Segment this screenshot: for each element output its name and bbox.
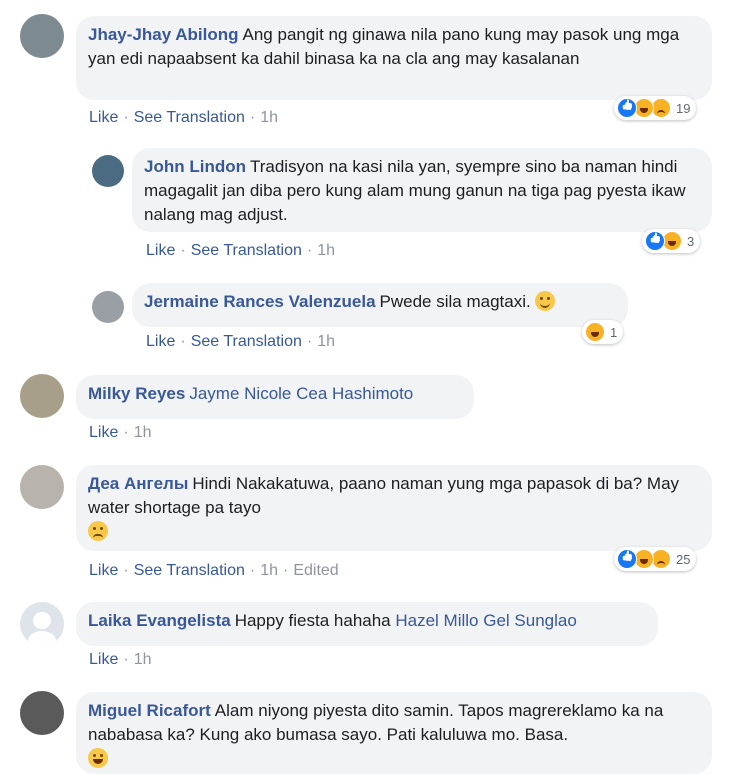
comment-bubble: Miguel Ricafort Alam niyong piyesta dito …: [76, 692, 712, 774]
tagged-user[interactable]: Hazel Millo Gel Sunglao: [395, 611, 576, 630]
like-link[interactable]: Like: [89, 109, 118, 126]
see-translation-link[interactable]: See Translation: [191, 333, 302, 350]
haha-reaction-icon: [634, 549, 654, 569]
haha-reaction-icon: [585, 322, 605, 342]
commenter-name[interactable]: Jhay-Jhay Abilong: [88, 25, 239, 44]
reaction-summary[interactable]: 25: [614, 547, 697, 571]
commenter-name[interactable]: Miguel Ricafort: [88, 701, 211, 720]
comment-actions: Like · See Translation · 1h · Edited: [89, 562, 339, 579]
avatar[interactable]: [20, 465, 64, 509]
reaction-count: 25: [676, 551, 691, 567]
timestamp[interactable]: 1h: [317, 242, 335, 259]
like-link[interactable]: Like: [89, 424, 118, 441]
comment-actions: Like · 1h: [89, 424, 152, 441]
like-reaction-icon: [645, 231, 665, 251]
like-link[interactable]: Like: [89, 651, 118, 668]
commenter-name[interactable]: Milky Reyes: [88, 384, 185, 403]
eye-roll-emoji-icon: [88, 521, 108, 541]
commenter-name[interactable]: Jermaine Rances Valenzuela: [144, 292, 376, 311]
like-reaction-icon: [617, 98, 637, 118]
sad-reaction-icon: [651, 549, 671, 569]
comment-actions: Like · See Translation · 1h: [146, 333, 335, 350]
see-translation-link[interactable]: See Translation: [134, 109, 245, 126]
see-translation-link[interactable]: See Translation: [191, 242, 302, 259]
comment-actions: Like · 1h: [89, 651, 152, 668]
comment-bubble: Jhay-Jhay Abilong Ang pangit ng ginawa ni…: [76, 16, 712, 100]
avatar[interactable]: [92, 291, 124, 323]
comment-bubble: Milky Reyes Jayme Nicole Cea Hashimoto: [76, 375, 474, 419]
reaction-summary[interactable]: 3: [642, 229, 701, 253]
default-avatar-icon[interactable]: [20, 602, 64, 646]
timestamp[interactable]: 1h: [134, 651, 152, 668]
reaction-count: 1: [610, 324, 618, 340]
haha-reaction-icon: [634, 98, 654, 118]
commenter-name[interactable]: John Lindon: [144, 157, 246, 176]
timestamp[interactable]: 1h: [260, 562, 278, 579]
avatar[interactable]: [92, 155, 124, 187]
haha-reaction-icon: [662, 231, 682, 251]
like-reaction-icon: [617, 549, 637, 569]
laughing-emoji-icon: [88, 748, 108, 768]
commenter-name[interactable]: Laika Evangelista: [88, 611, 231, 630]
comment-text: Pwede sila magtaxi.: [379, 292, 531, 311]
like-link[interactable]: Like: [146, 242, 175, 259]
timestamp[interactable]: 1h: [260, 109, 278, 126]
reaction-summary[interactable]: 19: [614, 96, 697, 120]
reaction-count: 19: [676, 100, 691, 116]
comment-bubble: Laika Evangelista Happy fiesta hahaha Haz…: [76, 602, 658, 646]
comment-actions: Like · See Translation · 1h: [146, 242, 335, 259]
comment-bubble: Деа Ангелы Hindi Nakakatuwa, paano naman …: [76, 465, 712, 551]
tagged-user[interactable]: Jayme Nicole Cea Hashimoto: [189, 384, 413, 403]
smile-emoji-icon: [535, 291, 556, 311]
reaction-count: 3: [687, 233, 695, 249]
comment-actions: Like · See Translation · 1h: [89, 109, 278, 126]
avatar[interactable]: [20, 374, 64, 418]
reply-bubble: John Lindon Tradisyon na kasi nila yan, s…: [132, 148, 712, 232]
sad-reaction-icon: [651, 98, 671, 118]
see-translation-link[interactable]: See Translation: [134, 562, 245, 579]
reply-bubble: Jermaine Rances Valenzuela Pwede sila mag…: [132, 283, 628, 327]
timestamp[interactable]: 1h: [317, 333, 335, 350]
timestamp[interactable]: 1h: [134, 424, 152, 441]
like-link[interactable]: Like: [146, 333, 175, 350]
comment-text: Happy fiesta hahaha: [234, 611, 391, 630]
like-link[interactable]: Like: [89, 562, 118, 579]
avatar[interactable]: [20, 14, 64, 58]
edited-label[interactable]: Edited: [293, 562, 338, 579]
reaction-summary[interactable]: 1: [582, 320, 624, 344]
avatar[interactable]: [20, 691, 64, 735]
commenter-name[interactable]: Деа Ангелы: [88, 474, 188, 493]
